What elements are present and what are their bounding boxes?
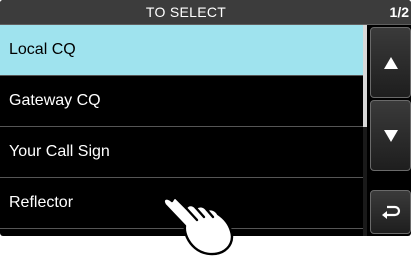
list-item-gateway-cq[interactable]: Gateway CQ xyxy=(0,76,363,127)
list-item-local-cq[interactable]: Local CQ xyxy=(0,25,363,76)
title-bar: TO SELECT 1/2 xyxy=(0,0,411,25)
scroll-down-button[interactable] xyxy=(370,100,411,171)
scroll-up-button[interactable] xyxy=(370,27,411,98)
scroll-thumb[interactable] xyxy=(363,25,367,127)
return-arrow-icon xyxy=(381,205,400,219)
page-indicator: 1/2 xyxy=(389,4,409,20)
screen-title: TO SELECT xyxy=(145,4,227,20)
triangle-down-icon xyxy=(383,129,398,142)
scrollbar[interactable] xyxy=(363,25,367,236)
back-button[interactable] xyxy=(370,190,411,234)
pointing-hand-icon xyxy=(158,190,234,256)
list-item-your-call-sign[interactable]: Your Call Sign xyxy=(0,127,363,178)
triangle-up-icon xyxy=(383,56,398,69)
